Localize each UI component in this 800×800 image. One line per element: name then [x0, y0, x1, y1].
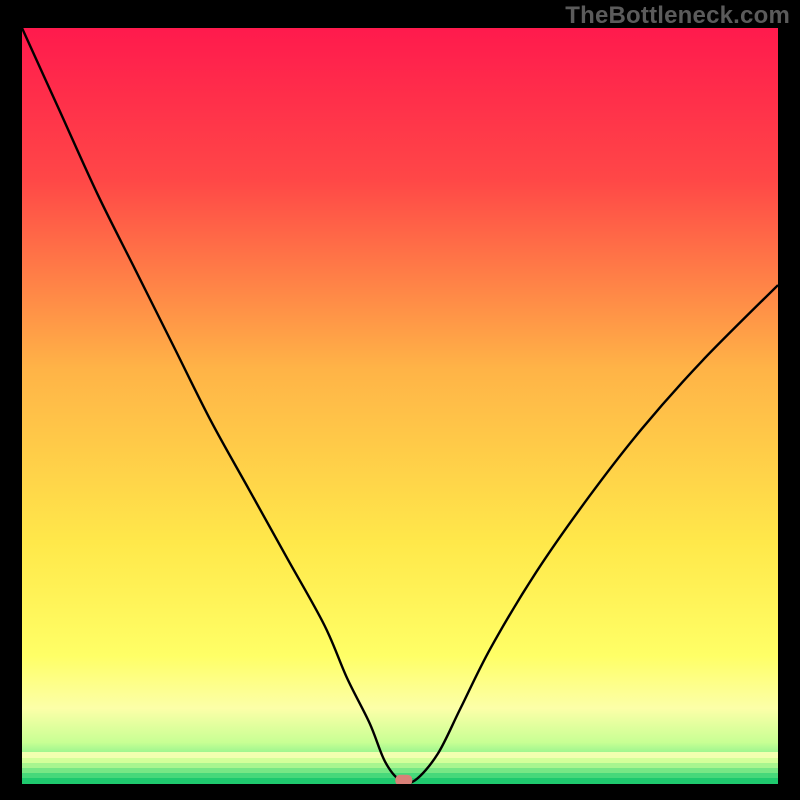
plot-area	[22, 28, 778, 784]
gradient-background	[22, 28, 778, 784]
watermark-text: TheBottleneck.com	[565, 2, 790, 30]
chart-svg	[22, 28, 778, 784]
chart-frame: TheBottleneck.com	[0, 0, 800, 800]
optimal-marker	[395, 775, 412, 784]
